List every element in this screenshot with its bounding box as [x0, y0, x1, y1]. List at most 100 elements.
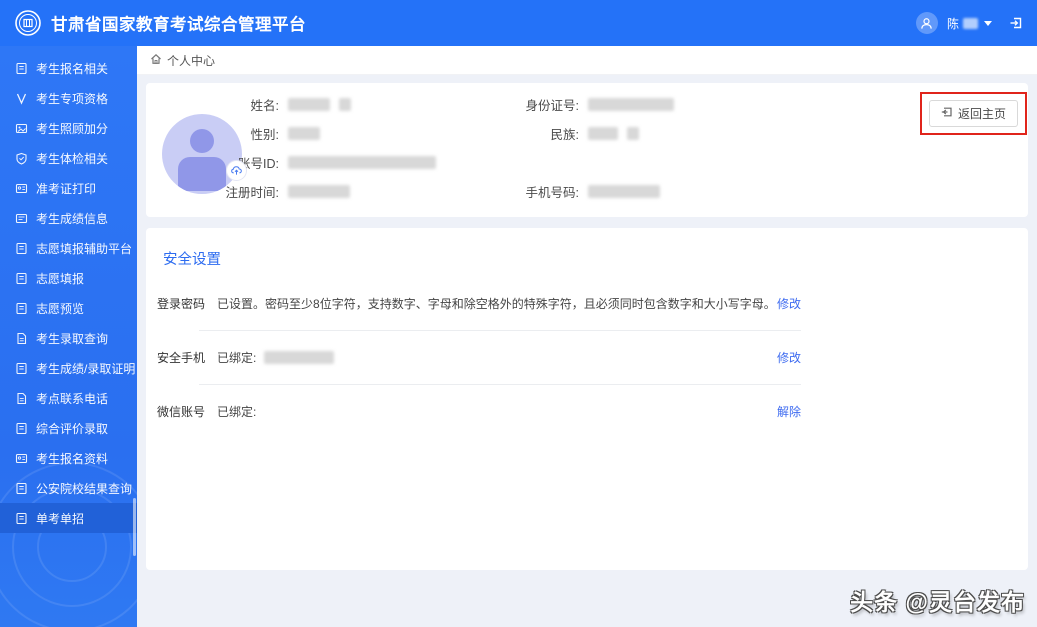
sidebar-item-admission-ticket-print[interactable]: 准考证打印	[0, 173, 137, 203]
id-card-icon	[15, 212, 28, 225]
sidebar-item-admission-query[interactable]: 考生录取查询	[0, 323, 137, 353]
v-badge-icon	[15, 92, 28, 105]
field-label: 手机号码:	[525, 186, 579, 200]
security-row-label: 微信账号	[157, 405, 206, 419]
user-name-redacted	[963, 17, 978, 29]
sidebar-item-registration[interactable]: 考生报名相关	[0, 53, 137, 83]
user-avatar-icon[interactable]	[915, 12, 938, 34]
logout-icon[interactable]	[1009, 16, 1023, 30]
red-annotation-box: 返回主页	[919, 92, 1027, 135]
sidebar-item-care-bonus[interactable]: 考生照顾加分	[0, 113, 137, 143]
sidebar-item-label: 公安院校结果查询	[36, 481, 133, 496]
home-icon	[150, 53, 162, 68]
security-rows: 登录密码 已设置。密码至少8位字符，支持数字、字母和除空格外的特殊字符，且必须同…	[157, 277, 801, 438]
modify-password-link[interactable]: 修改	[777, 295, 801, 312]
document-icon	[15, 242, 28, 255]
image-icon	[15, 122, 28, 135]
user-name: 陈	[946, 16, 959, 31]
profile-field-gender: 性别:	[197, 119, 436, 148]
sidebar-item-label: 考生成绩/录取证明	[36, 361, 136, 376]
sidebar-item-label: 考生体检相关	[36, 151, 109, 166]
breadcrumb: 个人中心	[137, 46, 1037, 75]
redacted-value	[288, 156, 436, 169]
profile-field-id-number: 身份证号:	[497, 90, 674, 119]
redacted-value	[588, 185, 660, 198]
sidebar-item-label: 志愿填报	[36, 271, 85, 286]
back-button-label: 返回主页	[957, 107, 1006, 121]
main-content: 个人中心 姓名: 性别: 账号ID: 注册时间: 身份证号: 民族: 手机号码:…	[137, 46, 1037, 627]
modify-phone-link[interactable]: 修改	[777, 349, 801, 366]
profile-field-name: 姓名:	[197, 90, 436, 119]
profile-fields-column-2: 身份证号: 民族: 手机号码:	[497, 90, 674, 206]
sidebar-item-label: 考生专项资格	[36, 91, 109, 106]
top-header: 甘肃省国家教育考试综合管理平台 陈	[0, 0, 1037, 46]
profile-card: 姓名: 性别: 账号ID: 注册时间: 身份证号: 民族: 手机号码: 返回主页	[146, 83, 1028, 217]
profile-field-register-time: 注册时间:	[197, 177, 436, 206]
id-card-icon	[15, 182, 28, 195]
sidebar-item-label: 考生报名资料	[36, 451, 109, 466]
sidebar-item-exam-site-phone[interactable]: 考点联系电话	[0, 383, 137, 413]
header-user-area: 陈	[915, 12, 1023, 34]
security-row-label: 安全手机	[157, 351, 206, 365]
sidebar-item-label: 考生成绩信息	[36, 211, 109, 226]
sidebar-item-volunteer-preview[interactable]: 志愿预览	[0, 293, 137, 323]
redacted-value	[339, 98, 351, 111]
sidebar-item-comprehensive-evaluation[interactable]: 综合评价录取	[0, 413, 137, 443]
sidebar-item-registration-materials[interactable]: 考生报名资料	[0, 443, 137, 473]
sidebar-item-label: 考点联系电话	[36, 391, 109, 406]
breadcrumb-label: 个人中心	[167, 53, 216, 68]
document-icon	[15, 302, 28, 315]
sidebar-item-single-exam-admission[interactable]: 单考单招	[0, 503, 137, 533]
toutiao-watermark: 头条 @灵台发布	[850, 589, 1025, 615]
security-row-desc: 已绑定:	[217, 351, 257, 365]
redacted-value	[288, 127, 320, 140]
app-window: 甘肃省国家教育考试综合管理平台 陈 考生报名相关 考生专项资格 考生照顾加分 考…	[0, 0, 1037, 627]
file-icon	[15, 392, 28, 405]
document-icon	[15, 272, 28, 285]
sidebar-item-volunteer-fill[interactable]: 志愿填报	[0, 263, 137, 293]
file-icon	[15, 332, 28, 345]
sidebar-item-score-info[interactable]: 考生成绩信息	[0, 203, 137, 233]
field-label: 姓名:	[250, 99, 279, 113]
security-settings-card: 安全设置 登录密码 已设置。密码至少8位字符，支持数字、字母和除空格外的特殊字符…	[146, 228, 1028, 570]
profile-field-phone: 手机号码:	[497, 177, 674, 206]
security-row-wechat: 微信账号 已绑定: 解除	[157, 385, 801, 438]
user-menu[interactable]: 陈	[947, 15, 992, 32]
redacted-value	[627, 127, 639, 140]
shield-icon	[15, 152, 28, 165]
sidebar-scrollbar[interactable]	[133, 498, 136, 556]
redacted-value	[588, 127, 618, 140]
document-icon	[15, 362, 28, 375]
breadcrumb-personal-center[interactable]: 个人中心	[150, 52, 215, 69]
redacted-value	[288, 185, 350, 198]
profile-fields-column-1: 姓名: 性别: 账号ID: 注册时间:	[197, 90, 436, 206]
field-label: 性别:	[250, 128, 279, 142]
security-row-desc: 已设置。密码至少8位字符，支持数字、字母和除空格外的特殊字符，且必须同时包含数字…	[217, 297, 776, 311]
back-to-home-button[interactable]: 返回主页	[928, 100, 1018, 127]
field-label: 民族:	[550, 128, 579, 142]
sidebar-item-volunteer-assist-platform[interactable]: 志愿填报辅助平台	[0, 233, 137, 263]
sidebar-item-police-college-result[interactable]: 公安院校结果查询	[0, 473, 137, 503]
sidebar-item-label: 考生照顾加分	[36, 121, 109, 136]
unbind-wechat-link[interactable]: 解除	[777, 403, 801, 420]
sidebar-item-physical-exam[interactable]: 考生体检相关	[0, 143, 137, 173]
redacted-value	[288, 98, 330, 111]
sidebar-item-special-qualification[interactable]: 考生专项资格	[0, 83, 137, 113]
document-icon	[15, 62, 28, 75]
redacted-value	[264, 351, 335, 364]
page-title: 甘肃省国家教育考试综合管理平台	[51, 16, 306, 34]
security-row-desc: 已绑定:	[217, 405, 257, 419]
sidebar-item-label: 准考证打印	[36, 181, 97, 196]
profile-field-empty	[497, 148, 674, 177]
sidebar-item-label: 考生录取查询	[36, 331, 109, 346]
return-icon	[941, 106, 953, 121]
id-card-icon	[15, 452, 28, 465]
chevron-down-icon	[984, 20, 992, 26]
sidebar-item-label: 考生报名相关	[36, 61, 109, 76]
security-row-login-password: 登录密码 已设置。密码至少8位字符，支持数字、字母和除空格外的特殊字符，且必须同…	[157, 277, 801, 330]
avatar-upload-icon[interactable]	[226, 160, 247, 181]
security-section-title: 安全设置	[163, 252, 221, 268]
security-row-label: 登录密码	[157, 297, 206, 311]
sidebar-item-score-admission-certificate[interactable]: 考生成绩/录取证明	[0, 353, 137, 383]
sidebar-item-label: 单考单招	[36, 511, 85, 526]
